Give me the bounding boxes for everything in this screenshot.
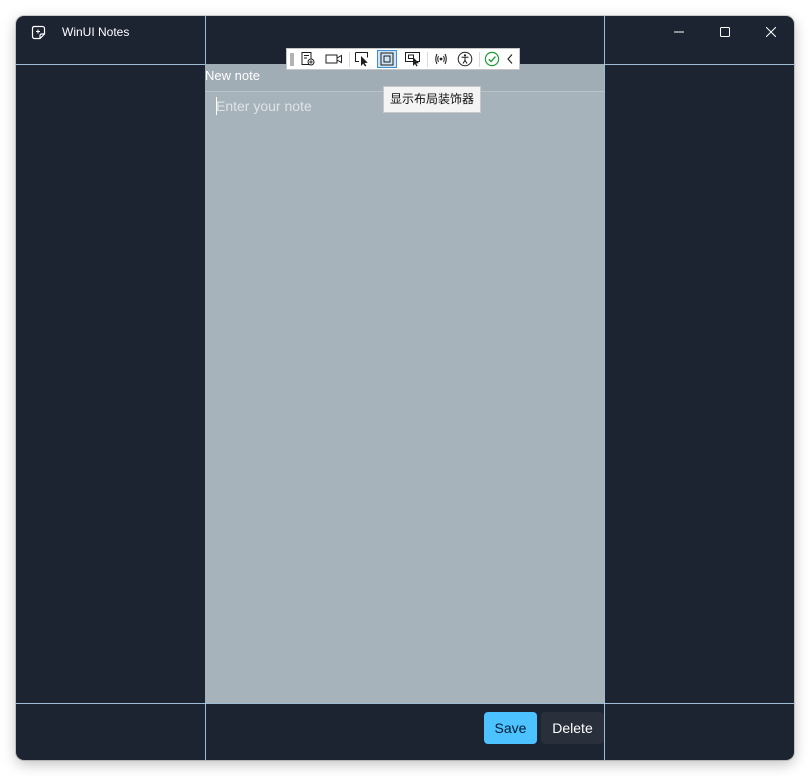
save-button[interactable]: Save	[484, 712, 537, 744]
delete-button[interactable]: Delete	[541, 712, 604, 744]
accessibility-icon	[457, 51, 473, 67]
accessibility-button[interactable]	[455, 50, 475, 68]
ok-status-button[interactable]	[482, 50, 502, 68]
maximize-icon	[720, 27, 730, 37]
note-title: New note	[205, 68, 260, 83]
track-focus-icon	[405, 52, 420, 67]
track-focus-button[interactable]	[403, 50, 423, 68]
close-button[interactable]	[748, 16, 794, 48]
grip-handle-icon[interactable]	[290, 53, 294, 66]
live-visual-tree-button[interactable]	[298, 50, 318, 68]
live-visual-tree-icon	[301, 52, 315, 66]
minimize-icon	[674, 31, 684, 33]
debug-toolbar	[286, 48, 520, 70]
collapse-chevron-icon	[507, 54, 513, 64]
binding-failures-icon	[435, 53, 447, 65]
title-bar[interactable]: WinUI Notes	[16, 16, 794, 50]
window-title: WinUI Notes	[62, 25, 130, 39]
layout-guide-bottom	[16, 703, 794, 704]
sticky-note-icon	[31, 25, 47, 41]
note-placeholder: Enter your note	[216, 98, 312, 114]
layout-guide-right	[604, 16, 605, 760]
app-window: WinUI Notes New note Enter your note 显示布…	[16, 16, 794, 760]
select-element-button[interactable]	[352, 50, 372, 68]
video-icon	[325, 54, 342, 64]
close-icon	[766, 27, 776, 37]
toolbar-separator	[427, 52, 428, 67]
binding-failures-button[interactable]	[431, 50, 451, 68]
ok-check-icon	[484, 51, 500, 67]
note-panel: New note Enter your note	[205, 64, 604, 703]
record-button[interactable]	[323, 50, 345, 68]
toolbar-separator	[479, 52, 480, 67]
toolbar-tooltip: 显示布局装饰器	[383, 86, 481, 113]
minimize-button[interactable]	[656, 16, 702, 48]
layout-adorner-button[interactable]	[377, 50, 397, 68]
select-element-icon	[355, 52, 368, 67]
collapse-toolbar-button[interactable]	[503, 50, 517, 68]
note-text-box[interactable]	[205, 92, 604, 702]
maximize-button[interactable]	[702, 16, 748, 48]
toolbar-separator	[349, 52, 350, 67]
layout-adorner-icon	[380, 52, 394, 66]
